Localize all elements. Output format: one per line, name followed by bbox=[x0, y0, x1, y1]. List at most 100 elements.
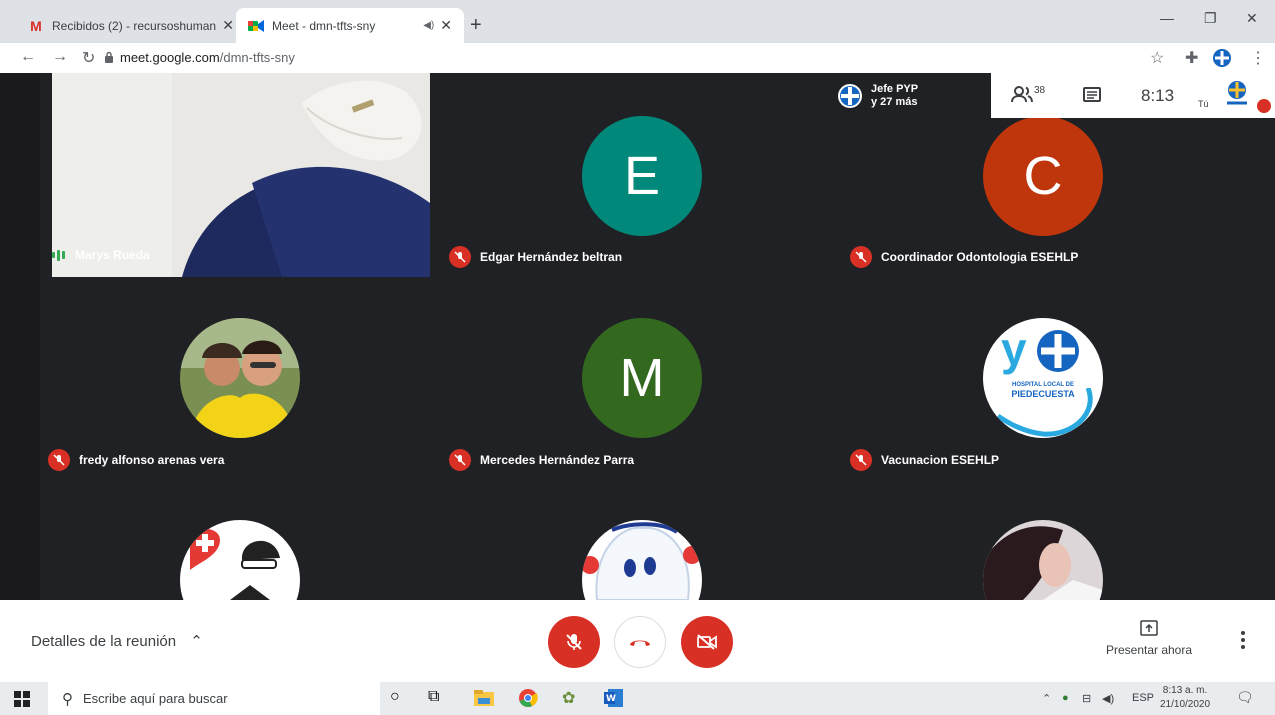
mic-toggle-button[interactable] bbox=[548, 616, 600, 668]
meeting-controls: Detalles de la reunión ⌃ Presentar ahora bbox=[0, 600, 1275, 682]
avatar: C bbox=[983, 116, 1103, 236]
avatar bbox=[983, 520, 1103, 600]
windows-taskbar: ⚲ Escribe aquí para buscar ○ ⧉ ✿ W ⌃ ● ⊟… bbox=[0, 682, 1275, 715]
participant-name: Edgar Hernández beltran bbox=[480, 250, 623, 264]
meeting-clock: 8:13 bbox=[1141, 86, 1175, 105]
present-now-label: Presentar ahora bbox=[1105, 643, 1193, 657]
task-view-icon[interactable]: ⧉ bbox=[428, 688, 439, 706]
hang-up-icon bbox=[630, 640, 650, 646]
file-explorer-icon[interactable] bbox=[474, 688, 494, 706]
word-icon[interactable]: W bbox=[604, 688, 624, 708]
participant-name: Marys Rueda bbox=[75, 248, 150, 262]
close-window-button[interactable]: ✕ bbox=[1246, 10, 1258, 27]
windows-start-icon[interactable] bbox=[14, 691, 30, 707]
pinned-presenter[interactable]: Jefe PYP y 27 más bbox=[829, 73, 991, 118]
meeting-toolbar-top: 38 8:13 Tú bbox=[991, 73, 1275, 118]
participant-name: fredy alfonso arenas vera bbox=[79, 453, 225, 467]
presenter-avatar bbox=[838, 83, 862, 108]
tray-chevron-icon[interactable]: ⌃ bbox=[1042, 692, 1051, 705]
mic-off-icon bbox=[850, 449, 872, 471]
forward-icon[interactable]: → bbox=[52, 48, 68, 66]
chevron-up-icon: ⌃ bbox=[190, 633, 203, 650]
camera-toggle-button[interactable] bbox=[681, 616, 733, 668]
grid-edge bbox=[0, 73, 40, 600]
meeting-grid: Marys Rueda E Edgar Hernández beltran C … bbox=[0, 73, 1275, 600]
volume-icon[interactable]: ◀︎) bbox=[1102, 692, 1114, 705]
participant-name: Vacunacion ESEHLP bbox=[881, 453, 1000, 467]
self-mic-off-icon bbox=[1257, 99, 1271, 113]
participant-name-row: Mercedes Hernández Parra bbox=[449, 449, 634, 471]
participants-button[interactable]: 38 bbox=[1011, 85, 1045, 103]
avatar: M bbox=[582, 318, 702, 438]
present-now-button[interactable]: Presentar ahora bbox=[1103, 620, 1195, 657]
logo-swoosh bbox=[996, 388, 1093, 437]
close-tab-icon[interactable]: ✕ bbox=[440, 17, 452, 34]
clock-date: 21/10/2020 bbox=[1160, 699, 1211, 710]
mic-off-icon bbox=[449, 449, 471, 471]
video-tile-marys[interactable] bbox=[52, 73, 430, 277]
tab-meet[interactable]: Meet - dmn-tfts-sny ◀︎) ✕ bbox=[236, 8, 464, 43]
hospital-logo: y HOSPITAL LOCAL DE PIEDECUESTA bbox=[983, 318, 1103, 438]
tray-check-icon[interactable]: ● bbox=[1062, 692, 1069, 704]
leave-call-button[interactable] bbox=[614, 616, 666, 668]
browser-tab-bar: M Recibidos (2) - recursoshumanos ✕ Meet… bbox=[0, 0, 1275, 43]
new-tab-button[interactable]: + bbox=[470, 14, 482, 37]
taskbar-search-input[interactable]: ⚲ Escribe aquí para buscar bbox=[48, 682, 380, 715]
meeting-header: Jefe PYP y 27 más 38 8:13 Tú bbox=[829, 73, 1275, 118]
meeting-details-button[interactable]: Detalles de la reunión ⌃ bbox=[31, 632, 203, 650]
clock-time: 8:13 a. m. bbox=[1162, 685, 1208, 696]
camera-off-icon bbox=[697, 634, 717, 650]
mic-off-icon bbox=[48, 449, 70, 471]
cortana-icon[interactable]: ○ bbox=[390, 688, 400, 706]
reload-icon[interactable]: ↻ bbox=[82, 48, 95, 68]
tab-title: Recibidos (2) - recursoshumanos bbox=[52, 18, 217, 33]
participant-name: Mercedes Hernández Parra bbox=[480, 453, 635, 467]
restore-button[interactable]: ❐ bbox=[1204, 10, 1217, 27]
svg-text:W: W bbox=[606, 694, 616, 704]
minimize-button[interactable]: — bbox=[1160, 10, 1174, 26]
avatar: E bbox=[582, 116, 702, 236]
taskbar-clock[interactable]: 8:13 a. m. 21/10/2020 bbox=[1160, 684, 1210, 712]
more-options-icon[interactable] bbox=[1240, 630, 1246, 650]
bookmark-star-icon[interactable]: ☆ bbox=[1150, 48, 1164, 68]
chrome-icon[interactable] bbox=[518, 688, 538, 708]
app-icon[interactable]: ✿ bbox=[562, 688, 575, 708]
language-indicator[interactable]: ESP bbox=[1132, 692, 1154, 704]
mic-off-icon bbox=[566, 634, 582, 650]
profile-avatar[interactable] bbox=[1212, 48, 1232, 68]
mic-off-icon bbox=[850, 246, 872, 268]
address-bar[interactable]: meet.google.com/dmn-tfts-sny bbox=[120, 50, 295, 65]
audio-playing-icon[interactable]: ◀︎) bbox=[423, 20, 434, 31]
speaking-indicator-icon bbox=[52, 249, 65, 261]
participant-name-row: Vacunacion ESEHLP bbox=[850, 449, 999, 471]
network-icon[interactable]: ⊟ bbox=[1082, 692, 1091, 705]
browser-menu-icon[interactable]: ⋮ bbox=[1250, 48, 1266, 68]
avatar bbox=[180, 520, 300, 600]
self-label: Tú bbox=[1198, 99, 1209, 109]
lock-icon[interactable] bbox=[104, 51, 114, 63]
browser-toolbar: ← → ↻ meet.google.com/dmn-tfts-sny ☆ ✚ ⋮ bbox=[0, 43, 1275, 73]
extensions-icon[interactable]: ✚ bbox=[1185, 48, 1198, 68]
participant-name-row: Edgar Hernández beltran bbox=[449, 246, 622, 268]
gmail-icon: M bbox=[30, 17, 42, 34]
search-icon: ⚲ bbox=[62, 690, 73, 708]
participant-video bbox=[52, 73, 430, 277]
notifications-icon[interactable]: 🗨 bbox=[1236, 689, 1254, 706]
mic-off-icon bbox=[449, 246, 471, 268]
chat-icon[interactable] bbox=[1083, 87, 1101, 105]
search-placeholder: Escribe aquí para buscar bbox=[83, 691, 228, 706]
presenter-others: y 27 más bbox=[871, 95, 918, 108]
presenter-name: Jefe PYP bbox=[871, 82, 919, 95]
logo-letter: y bbox=[1001, 323, 1027, 375]
meeting-details-label: Detalles de la reunión bbox=[31, 633, 177, 650]
self-avatar[interactable] bbox=[1222, 79, 1252, 109]
avatar bbox=[582, 520, 702, 600]
participant-name-row: fredy alfonso arenas vera bbox=[48, 449, 224, 471]
back-icon[interactable]: ← bbox=[20, 48, 36, 66]
close-tab-icon[interactable]: ✕ bbox=[222, 17, 234, 34]
participant-name-row: Marys Rueda bbox=[52, 248, 150, 262]
participants-count: 38 bbox=[1034, 85, 1046, 96]
participant-name: Coordinador Odontologia ESEHLP bbox=[881, 250, 1079, 264]
tab-gmail[interactable]: M Recibidos (2) - recursoshumanos ✕ bbox=[16, 8, 246, 43]
avatar bbox=[180, 318, 300, 438]
